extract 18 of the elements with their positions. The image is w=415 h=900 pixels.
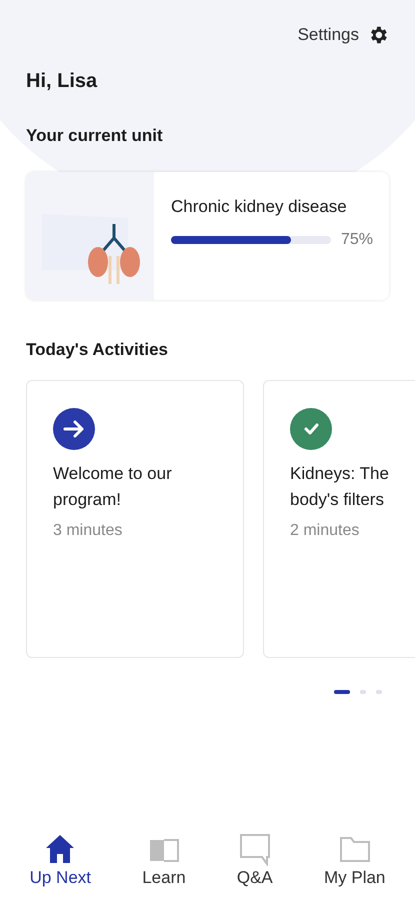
activity-card[interactable]: Kidneys: The body's filters 2 minutes (263, 380, 415, 658)
activity-duration: 2 minutes (290, 522, 360, 540)
nav-tab[interactable]: Learn (136, 832, 192, 888)
unit-card[interactable]: Chronic kidney disease 75% (26, 172, 389, 300)
nav-tab[interactable]: My Plan (318, 832, 392, 888)
progress-percent: 75% (340, 231, 373, 249)
activity-title: Kidneys: The body's filters (290, 463, 390, 511)
chat-icon (238, 832, 272, 866)
section-heading: Today's Activities (26, 340, 169, 360)
activity-card[interactable]: Welcome to our program! 3 minutes (26, 380, 244, 658)
activity-duration: 3 minutes (53, 522, 124, 540)
nav-tab[interactable]: Up Next (24, 832, 98, 888)
section-heading: Your current unit (26, 126, 164, 146)
greeting: Hi, Lisa (26, 70, 98, 93)
settings-link[interactable]: Settings (298, 25, 359, 45)
nav-tab[interactable]: Q&A (230, 832, 279, 888)
unit-title: Chronic kidney disease (171, 196, 348, 218)
activity-title: Welcome to our program! (53, 463, 173, 511)
